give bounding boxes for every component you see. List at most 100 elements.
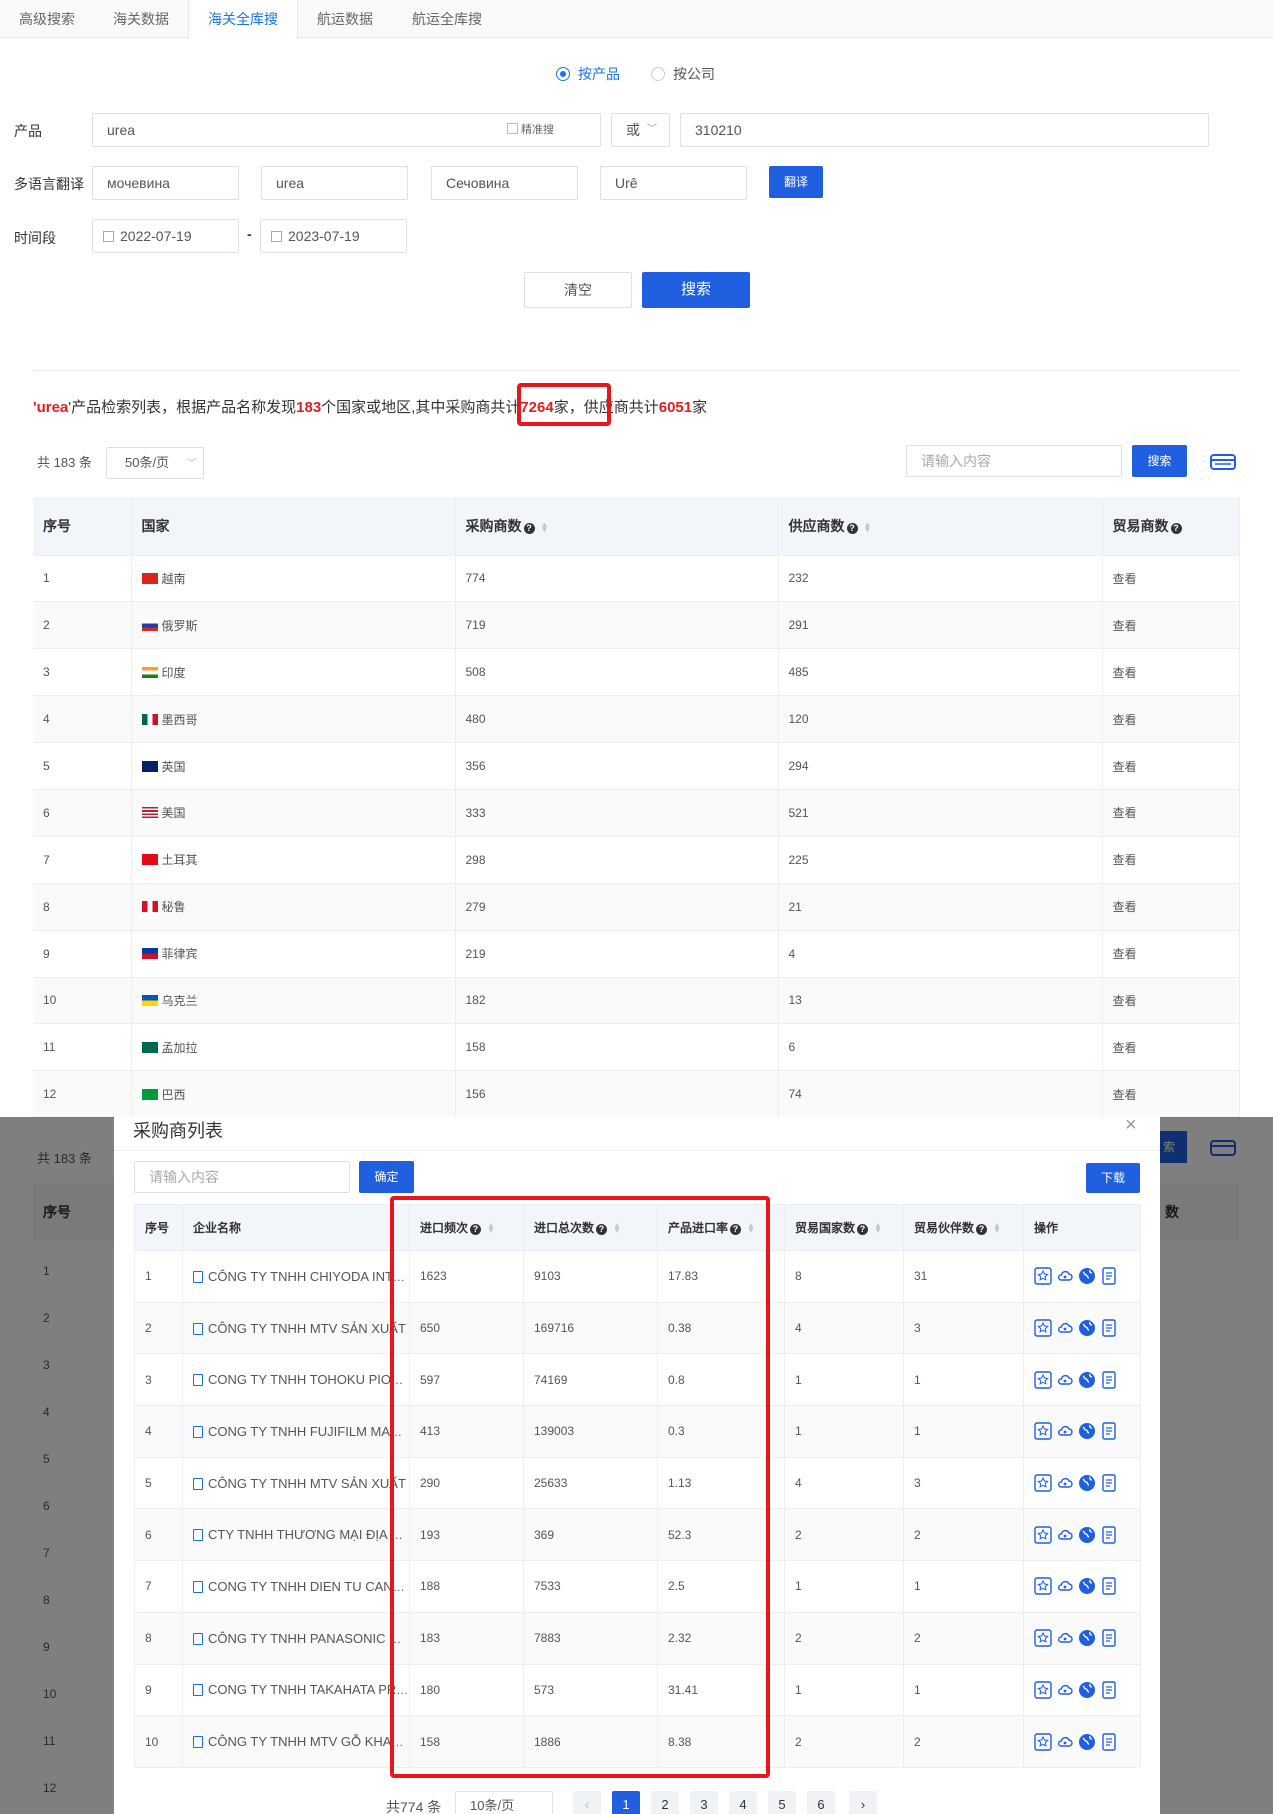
buyer-countries[interactable]: 1	[784, 1353, 904, 1407]
row-view-link[interactable]: 查看	[1102, 742, 1240, 790]
row-suppliers-link[interactable]: 13	[778, 977, 1103, 1025]
or-select[interactable]: 或 ﹀	[611, 113, 670, 147]
report-icon[interactable]	[1100, 1422, 1118, 1441]
buyer-countries[interactable]: 2	[784, 1715, 904, 1768]
report-icon[interactable]	[1100, 1732, 1118, 1751]
row-view-link[interactable]: 查看	[1102, 601, 1240, 650]
row-suppliers-link[interactable]: 21	[778, 883, 1103, 931]
row-buyers-link[interactable]: 219	[455, 930, 779, 978]
report-icon[interactable]	[1100, 1577, 1118, 1596]
buyer-partners[interactable]: 3	[903, 1456, 1024, 1510]
row-suppliers-link[interactable]: 294	[778, 742, 1103, 790]
cloud-icon[interactable]	[1056, 1629, 1074, 1647]
buyer-countries[interactable]: 2	[784, 1611, 904, 1665]
buyer-partners[interactable]: 2	[903, 1611, 1024, 1665]
row-suppliers-link[interactable]: 521	[778, 789, 1103, 837]
buyer-countries[interactable]: 2	[784, 1508, 904, 1562]
buyer-partners[interactable]: 1	[903, 1405, 1024, 1458]
buyer-name-link[interactable]: CÔNG TY TNHH PANASONIC ELECTRONIC	[182, 1611, 410, 1665]
buyer-countries[interactable]: 1	[784, 1405, 904, 1458]
tab-shipping-full-search[interactable]: 航运全库搜	[392, 0, 502, 38]
row-buyers-link[interactable]: 333	[455, 789, 779, 837]
row-suppliers-link[interactable]: 485	[778, 648, 1103, 697]
report-icon[interactable]	[1100, 1629, 1118, 1647]
buyer-name-link[interactable]: CÔNG TY TNHH MTV GỖ KHANG	[182, 1715, 410, 1768]
row-view-link[interactable]: 查看	[1102, 883, 1240, 931]
globe-icon[interactable]	[1078, 1526, 1096, 1544]
hs-code-input[interactable]: 310210	[680, 113, 1209, 147]
row-view-link[interactable]: 查看	[1102, 1070, 1240, 1119]
export-icon[interactable]	[1210, 451, 1236, 473]
globe-icon[interactable]	[1078, 1681, 1096, 1699]
list-search-button[interactable]: 搜索	[1132, 445, 1187, 477]
row-suppliers-link[interactable]: 4	[778, 930, 1103, 978]
row-suppliers-link[interactable]: 225	[778, 836, 1103, 884]
pager-next-button[interactable]: ›	[849, 1791, 877, 1814]
cloud-icon[interactable]	[1056, 1422, 1074, 1440]
favorite-icon[interactable]	[1034, 1371, 1052, 1389]
buyer-name-link[interactable]: CÔNG TY TNHH MTV SẢN XUẤT	[182, 1456, 410, 1510]
buyer-name-link[interactable]: CONG TY TNHH FUJIFILM MANUFACTURING	[182, 1405, 410, 1458]
favorite-icon[interactable]	[1034, 1732, 1052, 1751]
row-buyers-link[interactable]: 719	[455, 601, 779, 650]
radio-by-product[interactable]: 按产品	[556, 64, 620, 84]
sort-icon[interactable]: ▲ ▼	[874, 1222, 882, 1235]
buyer-partners[interactable]: 2	[903, 1715, 1024, 1768]
tab-shipping-data[interactable]: 航运数据	[298, 0, 392, 38]
dialog-page-size-select[interactable]: 10条/页	[455, 1791, 553, 1814]
download-button[interactable]: 下载	[1086, 1163, 1140, 1193]
buyer-header-countries[interactable]: 贸易国家数? ▲ ▼	[784, 1204, 904, 1251]
globe-icon[interactable]	[1078, 1577, 1096, 1595]
row-buyers-link[interactable]: 182	[455, 977, 779, 1025]
buyer-partners[interactable]: 3	[903, 1301, 1024, 1355]
pager-page-button[interactable]: 4	[729, 1791, 757, 1814]
cloud-icon[interactable]	[1056, 1319, 1074, 1337]
globe-icon[interactable]	[1078, 1319, 1096, 1337]
buyer-partners[interactable]: 1	[903, 1663, 1024, 1717]
row-buyers-link[interactable]: 156	[455, 1070, 779, 1119]
sort-icon[interactable]: ▲ ▼	[541, 520, 549, 533]
report-icon[interactable]	[1100, 1526, 1118, 1544]
globe-icon[interactable]	[1078, 1733, 1096, 1751]
header-buyers[interactable]: 采购商数? ▲ ▼	[455, 497, 779, 556]
page-size-select[interactable]: 50条/页 ﹀	[106, 447, 204, 479]
dialog-search-input[interactable]: 请输入内容	[134, 1161, 350, 1193]
translation-input-4[interactable]: Urê	[600, 166, 747, 200]
row-view-link[interactable]: 查看	[1102, 648, 1240, 697]
buyer-countries[interactable]: 1	[784, 1560, 904, 1613]
favorite-icon[interactable]	[1034, 1267, 1052, 1286]
sort-icon[interactable]: ▲ ▼	[864, 520, 872, 533]
pager-page-button[interactable]: 1	[612, 1791, 640, 1814]
cloud-icon[interactable]	[1056, 1577, 1074, 1595]
header-suppliers[interactable]: 供应商数? ▲ ▼	[778, 497, 1103, 556]
cloud-icon[interactable]	[1056, 1681, 1074, 1699]
translate-button[interactable]: 翻译	[769, 166, 823, 198]
row-view-link[interactable]: 查看	[1102, 836, 1240, 884]
buyer-name-link[interactable]: CTY TNHH THƯƠNG MẠI ĐỊA PHƯƠNG	[182, 1508, 410, 1562]
date-from-input[interactable]: 2022-07-19	[92, 219, 239, 253]
cloud-icon[interactable]	[1056, 1371, 1074, 1389]
buyer-partners[interactable]: 31	[903, 1250, 1024, 1303]
row-buyers-link[interactable]: 279	[455, 883, 779, 931]
row-buyers-link[interactable]: 356	[455, 742, 779, 790]
favorite-icon[interactable]	[1034, 1319, 1052, 1337]
row-view-link[interactable]: 查看	[1102, 555, 1240, 603]
buyer-partners[interactable]: 1	[903, 1353, 1024, 1407]
row-suppliers-link[interactable]: 291	[778, 601, 1103, 650]
pager-page-button[interactable]: 3	[690, 1791, 718, 1814]
favorite-icon[interactable]	[1034, 1422, 1052, 1441]
buyer-countries[interactable]: 4	[784, 1301, 904, 1355]
date-to-input[interactable]: 2023-07-19	[260, 219, 407, 253]
translation-input-2[interactable]: urea	[261, 166, 408, 200]
cloud-icon[interactable]	[1056, 1474, 1074, 1492]
favorite-icon[interactable]	[1034, 1577, 1052, 1596]
buyer-header-partners[interactable]: 贸易伙伴数? ▲ ▼	[903, 1204, 1024, 1251]
buyer-name-link[interactable]: CÔNG TY TNHH MTV SẢN XUẤT	[182, 1301, 410, 1355]
report-icon[interactable]	[1100, 1681, 1118, 1699]
buyer-partners[interactable]: 2	[903, 1508, 1024, 1562]
buyer-countries[interactable]: 4	[784, 1456, 904, 1510]
report-icon[interactable]	[1100, 1319, 1118, 1337]
globe-icon[interactable]	[1078, 1371, 1096, 1389]
favorite-icon[interactable]	[1034, 1474, 1052, 1492]
globe-icon[interactable]	[1078, 1422, 1096, 1440]
